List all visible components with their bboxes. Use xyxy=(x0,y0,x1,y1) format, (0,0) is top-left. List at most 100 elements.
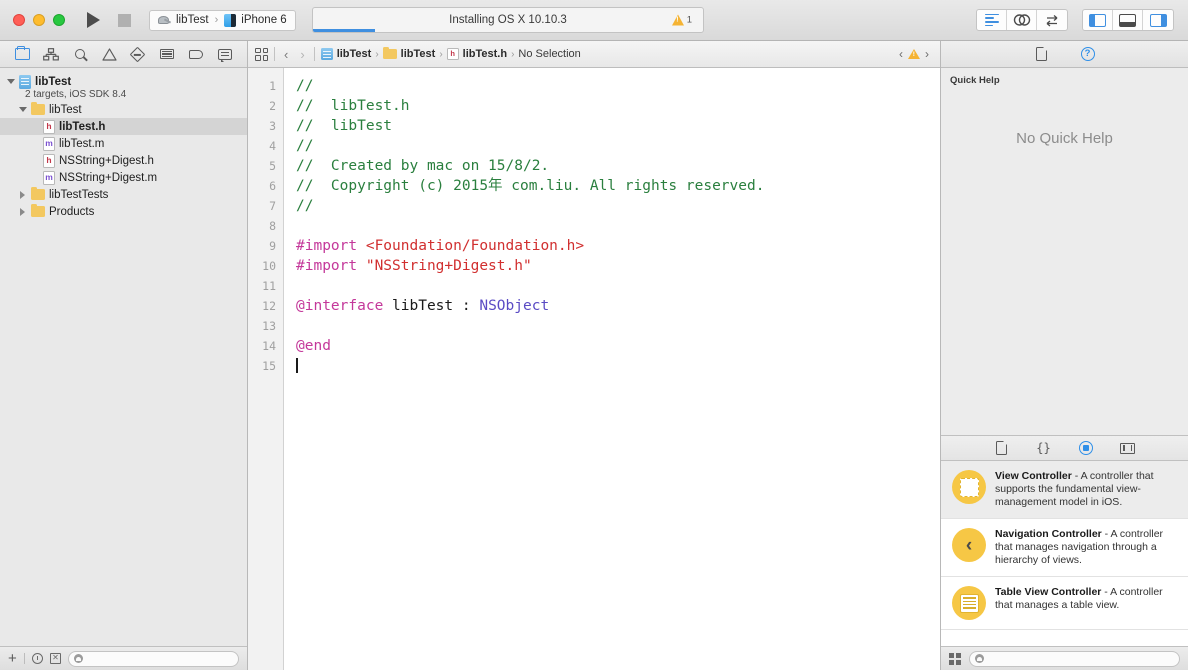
report-log-icon xyxy=(217,48,232,62)
breadcrumb-group[interactable]: libTest xyxy=(382,46,435,60)
quick-help-title: Quick Help xyxy=(950,75,1000,86)
list-item[interactable]: ‹ Navigation Controller - A controller t… xyxy=(941,519,1188,577)
breadcrumb-selection[interactable]: No Selection xyxy=(518,48,580,60)
recent-files-filter-button[interactable] xyxy=(31,653,43,664)
project-name: libTest xyxy=(35,75,72,88)
source-control-filter-button[interactable] xyxy=(49,653,61,664)
breadcrumb-file[interactable]: h libTest.h xyxy=(446,48,507,60)
run-stop-group xyxy=(87,12,131,28)
list-item[interactable]: Table View Controller - A controller tha… xyxy=(941,577,1188,630)
navigate-forward-button[interactable]: › xyxy=(297,47,307,62)
tree-row-libtesttests[interactable]: libTestTests xyxy=(0,186,247,203)
line-number: 15 xyxy=(262,359,276,373)
tree-row-nsstring-digest-h[interactable]: h NSString+Digest.h xyxy=(0,152,247,169)
run-button[interactable] xyxy=(87,12,100,28)
scheme-selector[interactable]: libTest › iPhone 6 xyxy=(149,9,296,31)
tab-project-navigator[interactable] xyxy=(11,44,33,64)
document-icon xyxy=(996,440,1008,455)
code-line: // libTest xyxy=(296,116,940,136)
list-item-title: View Controller xyxy=(995,470,1072,482)
tree-row-products[interactable]: Products xyxy=(0,203,247,220)
tab-media-library[interactable] xyxy=(1118,438,1138,458)
code-line: // libTest.h xyxy=(296,96,940,116)
line-number: 6 xyxy=(269,179,276,193)
issue-navigation-group: ‹ › xyxy=(899,47,933,61)
stop-button[interactable] xyxy=(118,13,131,27)
tab-file-template-library[interactable] xyxy=(992,438,1012,458)
navigator-filter-field[interactable] xyxy=(67,650,239,667)
navigate-back-button[interactable]: ‹ xyxy=(281,47,291,62)
toggle-utilities-button[interactable] xyxy=(1143,10,1173,30)
tab-quick-help-inspector[interactable]: ? xyxy=(1078,44,1098,64)
warning-count: 1 xyxy=(686,14,692,26)
disclosure-triangle-icon[interactable] xyxy=(18,190,27,199)
tree-row-nsstring-digest-m[interactable]: m NSString+Digest.m xyxy=(0,169,247,186)
close-button[interactable] xyxy=(13,14,25,26)
text-caret xyxy=(296,358,298,373)
code-line: // xyxy=(296,76,940,96)
breakpoint-tag-icon xyxy=(188,49,203,59)
tab-breakpoint-navigator[interactable] xyxy=(185,44,207,64)
code-line: @end xyxy=(296,336,940,356)
maximize-button[interactable] xyxy=(53,14,65,26)
tab-issue-navigator[interactable] xyxy=(98,44,120,64)
tab-file-inspector[interactable] xyxy=(1032,44,1052,64)
disclosure-triangle-icon[interactable] xyxy=(18,105,27,114)
window-controls xyxy=(13,14,65,26)
add-file-button[interactable]: + xyxy=(8,651,17,666)
tree-row-libtest-m[interactable]: m libTest.m xyxy=(0,135,247,152)
version-editor-button[interactable] xyxy=(1037,10,1067,30)
breadcrumb-separator: › xyxy=(375,48,379,60)
tab-find-navigator[interactable] xyxy=(69,44,91,64)
list-item[interactable]: View Controller - A controller that supp… xyxy=(941,461,1188,519)
tab-symbol-navigator[interactable] xyxy=(40,44,62,64)
tab-report-navigator[interactable] xyxy=(214,44,236,64)
previous-issue-button[interactable]: ‹ xyxy=(899,47,903,61)
tree-item-label: Products xyxy=(49,205,95,218)
library-filter-field[interactable] xyxy=(969,650,1180,667)
code-line: // Copyright (c) 2015年 com.liu. All righ… xyxy=(296,176,940,196)
minimize-button[interactable] xyxy=(33,14,45,26)
utilities-pane: ? Quick Help No Quick Help {} View Contr… xyxy=(940,41,1188,670)
toggle-navigator-button[interactable] xyxy=(1083,10,1113,30)
breadcrumb-project[interactable]: libTest xyxy=(320,48,371,60)
toggle-debug-button[interactable] xyxy=(1113,10,1143,30)
status-warning-group[interactable]: 1 xyxy=(671,14,692,26)
list-item-dash: - xyxy=(1101,586,1111,598)
folder-icon xyxy=(31,186,45,200)
code-token: // xyxy=(296,138,314,154)
code-text[interactable]: // // libTest.h // libTest // // Created by … xyxy=(284,68,940,670)
disclosure-triangle-icon[interactable] xyxy=(6,77,15,86)
divider xyxy=(313,47,315,61)
tree-row-libtest-folder[interactable]: libTest xyxy=(0,101,247,118)
help-icon: ? xyxy=(1080,47,1095,61)
quick-help-panel: Quick Help No Quick Help xyxy=(941,68,1188,436)
tab-object-library[interactable] xyxy=(1076,438,1096,458)
related-items-icon[interactable] xyxy=(255,47,268,61)
scheme-destination-label: iPhone 6 xyxy=(241,14,287,26)
code-token: @interface xyxy=(296,298,393,314)
quick-help-empty-text: No Quick Help xyxy=(1016,130,1113,147)
assistant-editor-button[interactable] xyxy=(1007,10,1037,30)
tab-test-navigator[interactable] xyxy=(127,44,149,64)
scheme-icon xyxy=(158,15,171,26)
editor-jump-bar: ‹ › libTest › libTest › h libTest.h › No… xyxy=(248,41,940,68)
warning-icon[interactable] xyxy=(908,49,920,59)
folder-icon xyxy=(14,45,30,60)
tab-code-snippet-library[interactable]: {} xyxy=(1034,438,1054,458)
standard-editor-button[interactable] xyxy=(977,10,1007,30)
tab-debug-navigator[interactable] xyxy=(156,44,178,64)
code-editor[interactable]: 1 2 3 4 5 6 7 8 9 10 11 12 13 14 15 ////… xyxy=(248,68,940,670)
view-toggle-group xyxy=(1082,9,1174,31)
code-line: @interface libTest : NSObject xyxy=(296,296,940,316)
library-view-mode-button[interactable] xyxy=(949,652,961,665)
media-icon xyxy=(1120,442,1135,454)
tree-row-project[interactable]: libTest xyxy=(0,73,247,90)
tree-row-libtest-h[interactable]: h libTest.h xyxy=(0,118,247,135)
next-issue-button[interactable]: › xyxy=(925,47,929,61)
list-item-title: Navigation Controller xyxy=(995,528,1102,540)
list-item-dash: - xyxy=(1071,470,1081,482)
disclosure-triangle-icon[interactable] xyxy=(18,207,27,216)
